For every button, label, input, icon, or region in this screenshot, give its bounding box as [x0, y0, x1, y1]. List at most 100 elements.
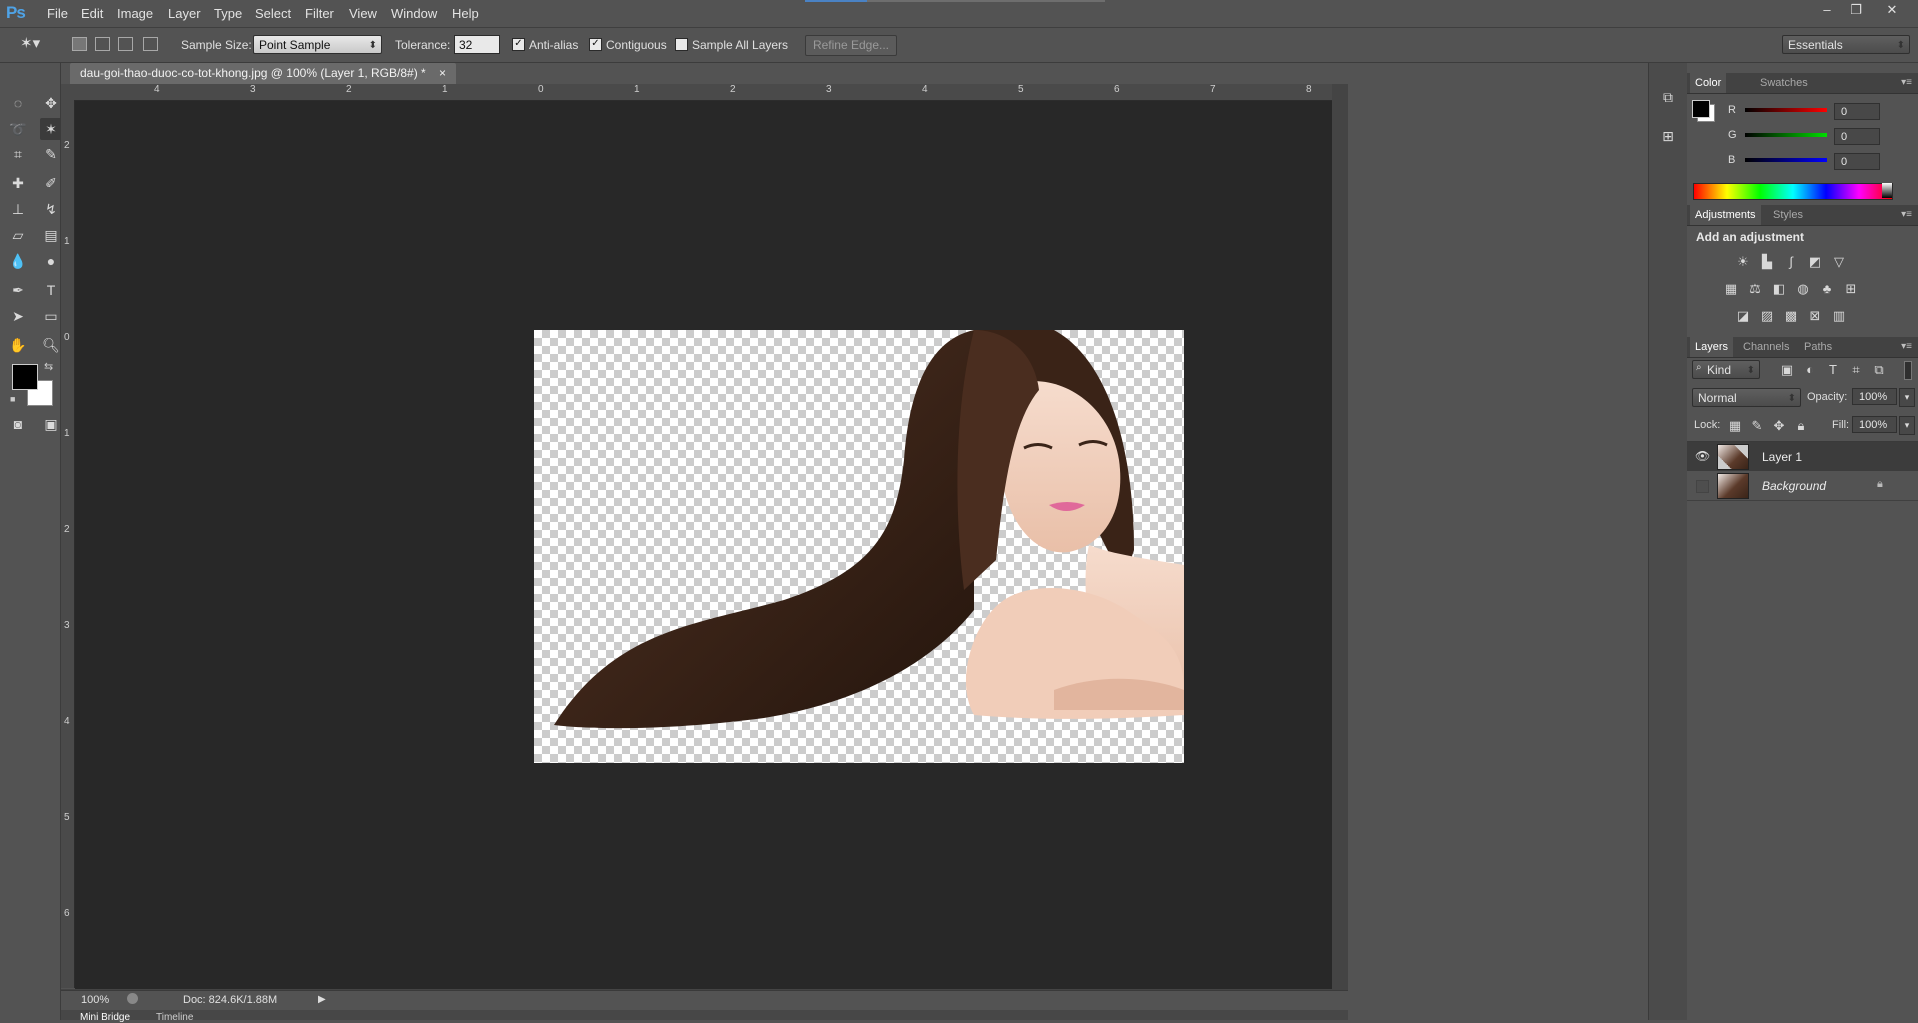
lock-all-icon[interactable]: 🔒︎ [1792, 417, 1810, 435]
magic-wand-tool-icon[interactable]: ✶ [40, 118, 62, 140]
color-balance-icon[interactable]: ⚖ [1746, 280, 1764, 298]
add-selection-icon[interactable] [95, 37, 110, 51]
color-ramp-bw[interactable] [1882, 183, 1892, 198]
restore-button[interactable]: ❐ [1845, 2, 1867, 20]
menu-edit[interactable]: Edit [81, 6, 103, 21]
channel-b-slider[interactable] [1745, 158, 1827, 162]
history-panel-icon[interactable]: ⧉ [1657, 86, 1679, 108]
tab-styles[interactable]: Styles [1773, 205, 1803, 225]
hand-tool-icon[interactable]: ✋ [7, 334, 29, 356]
status-info-icon[interactable] [127, 993, 138, 1004]
channel-b-input[interactable]: 0 [1834, 153, 1880, 170]
menu-select[interactable]: Select [255, 6, 291, 21]
workspace-select[interactable]: Essentials [1782, 35, 1910, 55]
visibility-eye-icon[interactable]: 👁︎ [1695, 449, 1710, 463]
sample-size-select[interactable]: Point Sample [253, 35, 382, 55]
type-tool-icon[interactable]: T [40, 279, 62, 301]
crop-tool-icon[interactable]: ⌗ [7, 143, 29, 165]
hue-saturation-icon[interactable]: ▦ [1722, 280, 1740, 298]
channel-mixer-icon[interactable]: ♣ [1818, 280, 1836, 298]
invert-icon[interactable]: ◪ [1734, 307, 1752, 325]
intersect-selection-icon[interactable] [143, 37, 158, 51]
healing-brush-tool-icon[interactable]: ✚ [7, 172, 29, 194]
channel-r-slider[interactable] [1745, 108, 1827, 112]
photo-filter-icon[interactable]: ◍ [1794, 280, 1812, 298]
vertical-scrollbar[interactable] [1332, 84, 1348, 989]
channel-g-input[interactable]: 0 [1834, 128, 1880, 145]
default-colors-icon[interactable]: ■ [10, 394, 15, 404]
dodge-tool-icon[interactable]: ● [40, 250, 62, 272]
curves-icon[interactable]: ∫ [1782, 253, 1800, 271]
status-menu-arrow-icon[interactable]: ▶ [318, 994, 326, 1005]
color-spectrum-ramp[interactable] [1693, 183, 1893, 200]
move-tool-icon[interactable]: ✥ [40, 92, 62, 114]
tab-channels[interactable]: Channels [1743, 337, 1789, 357]
gradient-tool-icon[interactable]: ▤ [40, 224, 62, 246]
document-tab[interactable]: dau-goi-thao-duoc-co-tot-khong.jpg @ 100… [70, 63, 457, 84]
black-white-icon[interactable]: ◧ [1770, 280, 1788, 298]
eraser-tool-icon[interactable]: ▱ [7, 224, 29, 246]
layers-panel-menu-icon[interactable]: ▾≡ [1901, 341, 1912, 352]
menu-image[interactable]: Image [117, 6, 153, 21]
rectangle-tool-icon[interactable]: ▭ [40, 305, 62, 327]
status-zoom[interactable]: 100% [81, 994, 109, 1006]
minimize-button[interactable]: – [1816, 2, 1838, 20]
menu-filter[interactable]: Filter [305, 6, 334, 21]
lock-image-icon[interactable]: ✎ [1748, 417, 1766, 435]
tab-mini-bridge[interactable]: Mini Bridge [80, 1012, 130, 1023]
channel-g-slider[interactable] [1745, 133, 1827, 137]
history-brush-tool-icon[interactable]: ↯ [40, 198, 62, 220]
foreground-color-swatch-front[interactable] [12, 364, 38, 390]
pen-tool-icon[interactable]: ✒ [7, 279, 29, 301]
gradient-map-icon[interactable]: ▥ [1830, 307, 1848, 325]
filter-pixel-icon[interactable]: ▣ [1778, 361, 1796, 379]
filter-smart-object-icon[interactable]: ⧉ [1870, 361, 1888, 379]
blur-tool-icon[interactable]: 💧 [7, 250, 29, 272]
contiguous-checkbox[interactable]: ✓ [589, 38, 602, 51]
adjustments-panel-menu-icon[interactable]: ▾≡ [1901, 209, 1912, 220]
layer-name[interactable]: Background [1762, 479, 1826, 493]
menu-help[interactable]: Help [452, 6, 479, 21]
tab-adjustments[interactable]: Adjustments [1690, 205, 1761, 225]
tab-timeline[interactable]: Timeline [156, 1012, 193, 1023]
filter-toggle[interactable] [1904, 361, 1912, 380]
filter-adjustment-icon[interactable]: ◐ [1801, 361, 1819, 379]
menu-file[interactable]: File [47, 6, 68, 21]
tab-swatches[interactable]: Swatches [1760, 73, 1808, 93]
layer-row-layer-1[interactable]: 👁︎ Layer 1 [1687, 441, 1918, 472]
opacity-input[interactable]: 100% [1852, 388, 1897, 405]
quick-mask-icon[interactable]: ◙ [7, 413, 29, 435]
vibrance-icon[interactable]: ▽ [1830, 253, 1848, 271]
lock-position-icon[interactable]: ✥ [1770, 417, 1788, 435]
color-lookup-icon[interactable]: ⊞ [1842, 280, 1860, 298]
anti-alias-checkbox[interactable]: ✓ [512, 38, 525, 51]
subtract-selection-icon[interactable] [118, 37, 133, 51]
channel-r-input[interactable]: 0 [1834, 103, 1880, 120]
exposure-icon[interactable]: ◩ [1806, 253, 1824, 271]
selective-color-icon[interactable]: ⊠ [1806, 307, 1824, 325]
layer-row-background[interactable]: Background 🔒︎ [1687, 471, 1918, 501]
close-button[interactable]: ✕ [1881, 2, 1903, 20]
lock-transparent-icon[interactable]: ▦ [1726, 417, 1744, 435]
brightness-icon[interactable]: ☀ [1734, 253, 1752, 271]
refine-edge-button[interactable]: Refine Edge... [805, 35, 897, 56]
levels-icon[interactable]: ▙ [1758, 253, 1776, 271]
properties-panel-icon[interactable]: ⊞ [1657, 125, 1679, 147]
document-canvas-image[interactable] [534, 330, 1184, 763]
brush-tool-icon[interactable]: ✐ [40, 172, 62, 194]
document-tab-close-icon[interactable]: × [439, 66, 446, 80]
filter-type-icon[interactable]: T [1824, 361, 1842, 379]
layer-filter-select[interactable]: Kind [1692, 360, 1760, 380]
tolerance-input[interactable]: 32 [454, 35, 500, 54]
lasso-tool-icon[interactable]: ➰ [7, 118, 29, 140]
eyedropper-tool-icon[interactable]: ✎ [40, 143, 62, 165]
path-selection-tool-icon[interactable]: ➤ [7, 305, 29, 327]
fill-input[interactable]: 100% [1852, 416, 1897, 433]
menu-type[interactable]: Type [214, 6, 242, 21]
color-panel-menu-icon[interactable]: ▾≡ [1901, 77, 1912, 88]
tab-layers[interactable]: Layers [1690, 337, 1734, 357]
layer-name[interactable]: Layer 1 [1762, 450, 1802, 464]
threshold-icon[interactable]: ▩ [1782, 307, 1800, 325]
sample-all-layers-checkbox[interactable] [675, 38, 688, 51]
blend-mode-select[interactable]: Normal [1692, 388, 1801, 408]
